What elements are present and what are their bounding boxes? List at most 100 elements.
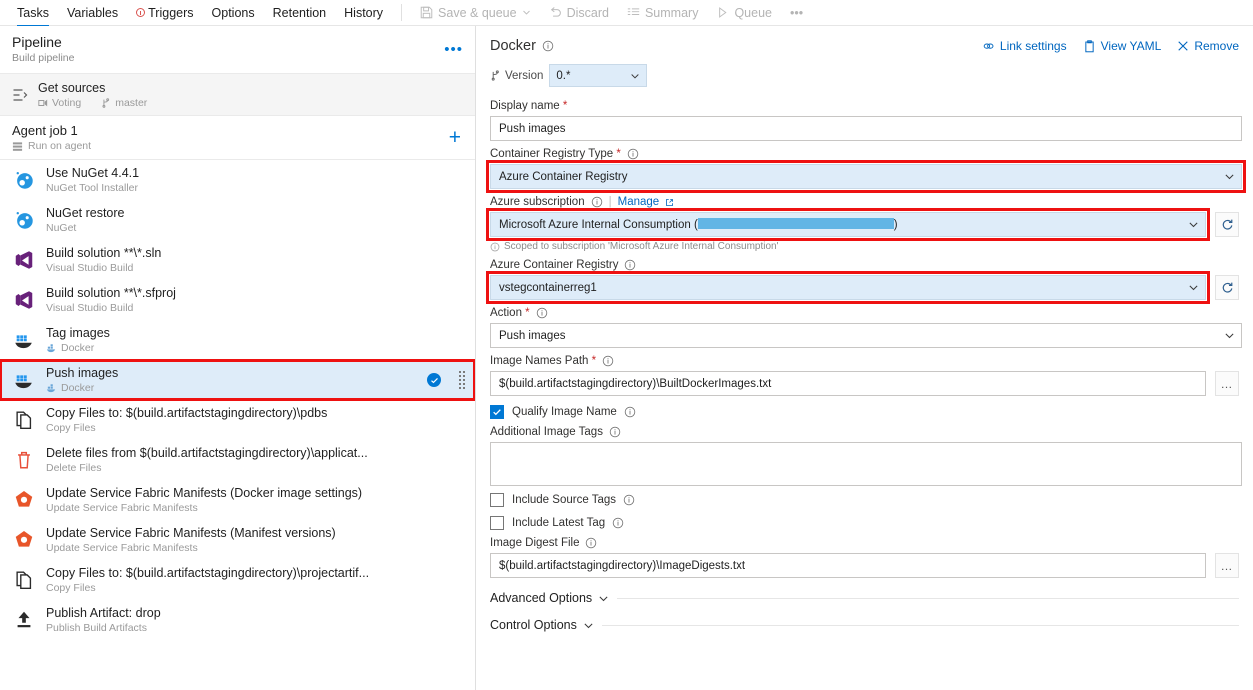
undo-icon <box>549 6 562 19</box>
include-latest-tag-row[interactable]: Include Latest Tag <box>490 516 1239 530</box>
info-icon[interactable] <box>536 307 548 319</box>
task-list-item[interactable]: Build solution **\*.sfprojVisual Studio … <box>0 280 475 320</box>
image-names-path-value: $(build.artifactstagingdirectory)\BuiltD… <box>499 378 771 390</box>
tab-history[interactable]: History <box>335 0 392 26</box>
info-icon[interactable] <box>624 259 636 271</box>
tab-variables[interactable]: Variables <box>58 0 127 26</box>
additional-image-tags-label: Additional Image Tags <box>490 426 1239 438</box>
task-drag-handle[interactable] <box>459 371 465 389</box>
editor-body: Pipeline Build pipeline ••• Get sources … <box>0 26 1253 690</box>
warning-icon <box>136 8 145 17</box>
action-select[interactable]: Push images <box>490 323 1242 348</box>
yaml-icon <box>1083 40 1096 53</box>
task-list-item[interactable]: Build solution **\*.slnVisual Studio Bui… <box>0 240 475 280</box>
play-icon <box>716 6 729 19</box>
save-and-queue-button[interactable]: Save & queue <box>411 0 540 26</box>
azure-container-registry-select[interactable]: vstegcontainerreg1 <box>490 275 1206 300</box>
info-icon[interactable] <box>627 148 639 160</box>
task-list-item[interactable]: Update Service Fabric Manifests (Docker … <box>0 480 475 520</box>
chevron-down-icon <box>522 8 531 17</box>
advanced-options-label: Advanced Options <box>490 591 592 605</box>
agent-job-subtitle: Run on agent <box>12 140 91 152</box>
control-options-accordion[interactable]: Control Options <box>484 618 1239 632</box>
info-icon[interactable] <box>609 426 621 438</box>
info-icon[interactable] <box>612 517 624 529</box>
azure-container-registry-label: Azure Container Registry <box>490 259 1239 271</box>
task-list-item[interactable]: Update Service Fabric Manifests (Manifes… <box>0 520 475 560</box>
save-icon <box>420 6 433 19</box>
display-name-input[interactable]: Push images <box>490 116 1242 141</box>
info-icon <box>490 242 500 252</box>
manage-link[interactable]: Manage <box>618 196 660 208</box>
tab-retention[interactable]: Retention <box>264 0 336 26</box>
display-name-group: Display name * Push images <box>484 100 1239 141</box>
discard-button[interactable]: Discard <box>540 0 618 26</box>
link-settings-label: Link settings <box>1000 39 1067 53</box>
get-sources-row[interactable]: Get sources Voting master <box>0 74 475 116</box>
version-select[interactable]: 0.* <box>549 64 647 87</box>
qualify-image-name-checkbox[interactable] <box>490 405 504 419</box>
refresh-icon <box>1221 281 1234 294</box>
task-name: NuGet restore <box>46 206 467 220</box>
top-navigation-bar: Tasks Variables Triggers Options Retenti… <box>0 0 1253 26</box>
required-asterisk: * <box>560 100 568 112</box>
link-settings-button[interactable]: Link settings <box>982 39 1067 53</box>
summary-button[interactable]: Summary <box>618 0 707 26</box>
view-yaml-button[interactable]: View YAML <box>1083 39 1162 53</box>
task-list-item[interactable]: Publish Artifact: dropPublish Build Arti… <box>0 600 475 640</box>
get-sources-branch-label: master <box>115 97 147 109</box>
image-names-path-browse-button[interactable]: … <box>1215 371 1239 396</box>
task-name: Copy Files to: $(build.artifactstagingdi… <box>46 406 467 420</box>
agent-job-row[interactable]: Agent job 1 Run on agent + <box>0 116 475 160</box>
advanced-options-accordion[interactable]: Advanced Options <box>484 591 1239 605</box>
task-list-item[interactable]: Delete files from $(build.artifactstagin… <box>0 440 475 480</box>
task-list-item[interactable]: Tag imagesDocker <box>0 320 475 360</box>
include-source-tags-checkbox[interactable] <box>490 493 504 507</box>
info-icon[interactable] <box>623 494 635 506</box>
refresh-container-registry-button[interactable] <box>1215 275 1239 300</box>
tab-tasks[interactable]: Tasks <box>8 0 58 26</box>
container-registry-type-value: Azure Container Registry <box>499 171 627 183</box>
pipeline-subtitle: Build pipeline <box>12 52 74 64</box>
copy-files-icon <box>12 568 36 592</box>
image-digest-file-browse-button[interactable]: … <box>1215 553 1239 578</box>
image-names-path-input[interactable]: $(build.artifactstagingdirectory)\BuiltD… <box>490 371 1206 396</box>
qualify-image-name-row[interactable]: Qualify Image Name <box>490 405 1239 419</box>
visual-studio-icon <box>12 288 36 312</box>
pipeline-more-button[interactable]: ••• <box>444 41 463 58</box>
task-list-item[interactable]: Copy Files to: $(build.artifactstagingdi… <box>0 560 475 600</box>
info-icon[interactable] <box>624 406 636 418</box>
task-list-item[interactable]: Copy Files to: $(build.artifactstagingdi… <box>0 400 475 440</box>
task-type-label: Visual Studio Build <box>46 302 133 314</box>
remove-button[interactable]: Remove <box>1177 39 1239 53</box>
image-digest-file-input[interactable]: $(build.artifactstagingdirectory)\ImageD… <box>490 553 1206 578</box>
task-name: Delete files from $(build.artifactstagin… <box>46 446 467 460</box>
list-icon <box>627 6 640 19</box>
task-list-item[interactable]: Push imagesDocker <box>0 360 475 400</box>
task-type-label: Visual Studio Build <box>46 262 133 274</box>
add-task-button[interactable]: + <box>449 129 461 147</box>
tab-triggers[interactable]: Triggers <box>127 0 202 26</box>
summary-label: Summary <box>645 6 698 20</box>
queue-button[interactable]: Queue <box>707 0 781 26</box>
info-icon[interactable] <box>542 40 554 52</box>
container-registry-type-select[interactable]: Azure Container Registry <box>490 164 1242 189</box>
info-icon[interactable] <box>602 355 614 367</box>
toolbar-overflow-button[interactable]: ••• <box>781 0 812 26</box>
azure-subscription-value: Microsoft Azure Internal Consumption () <box>499 218 898 231</box>
task-type: Docker <box>46 342 467 354</box>
additional-image-tags-textarea[interactable] <box>490 442 1242 486</box>
version-label-text: Version <box>505 70 543 82</box>
task-type: Delete Files <box>46 462 467 474</box>
task-name: Update Service Fabric Manifests (Docker … <box>46 486 467 500</box>
refresh-azure-subscription-button[interactable] <box>1215 212 1239 237</box>
task-list-item[interactable]: Use NuGet 4.4.1NuGet Tool Installer <box>0 160 475 200</box>
publish-icon <box>12 608 36 632</box>
info-icon[interactable] <box>591 196 603 208</box>
azure-subscription-select[interactable]: Microsoft Azure Internal Consumption () <box>490 212 1206 237</box>
info-icon[interactable] <box>585 537 597 549</box>
include-latest-tag-checkbox[interactable] <box>490 516 504 530</box>
tab-options[interactable]: Options <box>203 0 264 26</box>
task-list-item[interactable]: NuGet restoreNuGet <box>0 200 475 240</box>
include-source-tags-row[interactable]: Include Source Tags <box>490 493 1239 507</box>
